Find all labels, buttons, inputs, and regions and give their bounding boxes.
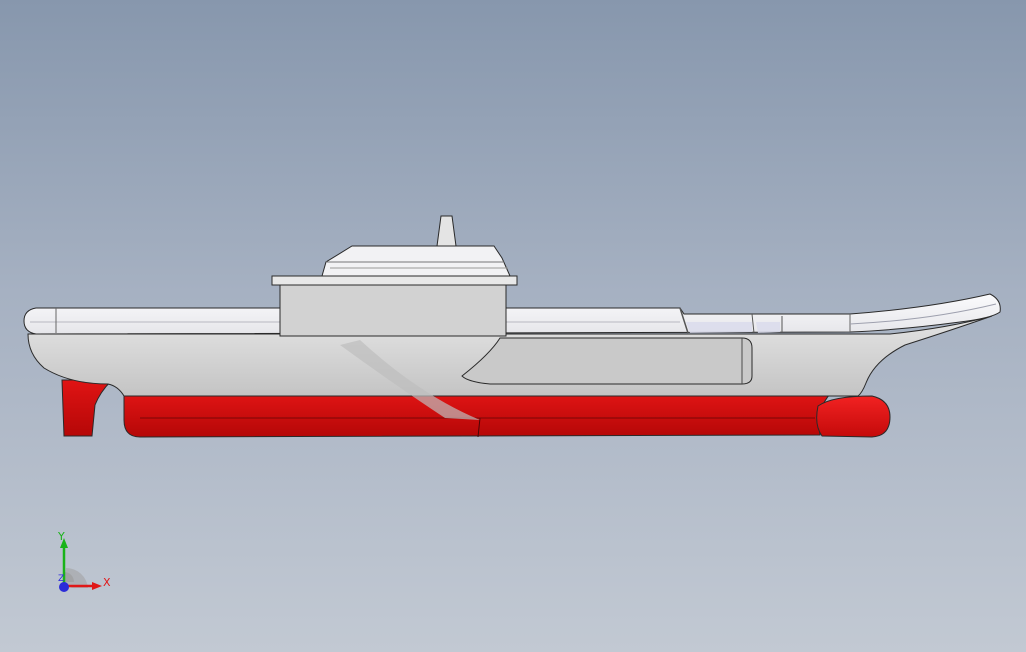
island-bridge xyxy=(321,245,511,277)
island-plate xyxy=(271,275,518,286)
graphics-viewport[interactable]: Y X Z xyxy=(0,0,1026,652)
lower-hull-red xyxy=(123,393,832,438)
hangar-recess xyxy=(461,337,753,385)
y-axis-label: Y xyxy=(58,530,65,543)
bulbous-bow xyxy=(816,395,891,438)
flight-deck xyxy=(23,293,1001,335)
x-axis-label: X xyxy=(103,576,111,589)
coordinate-triad: Y X Z xyxy=(48,528,118,598)
z-axis-label: Z xyxy=(58,574,65,584)
rudder xyxy=(61,379,114,437)
island-base xyxy=(279,283,507,337)
island-mast xyxy=(436,215,457,247)
ship-model[interactable] xyxy=(0,0,1026,652)
